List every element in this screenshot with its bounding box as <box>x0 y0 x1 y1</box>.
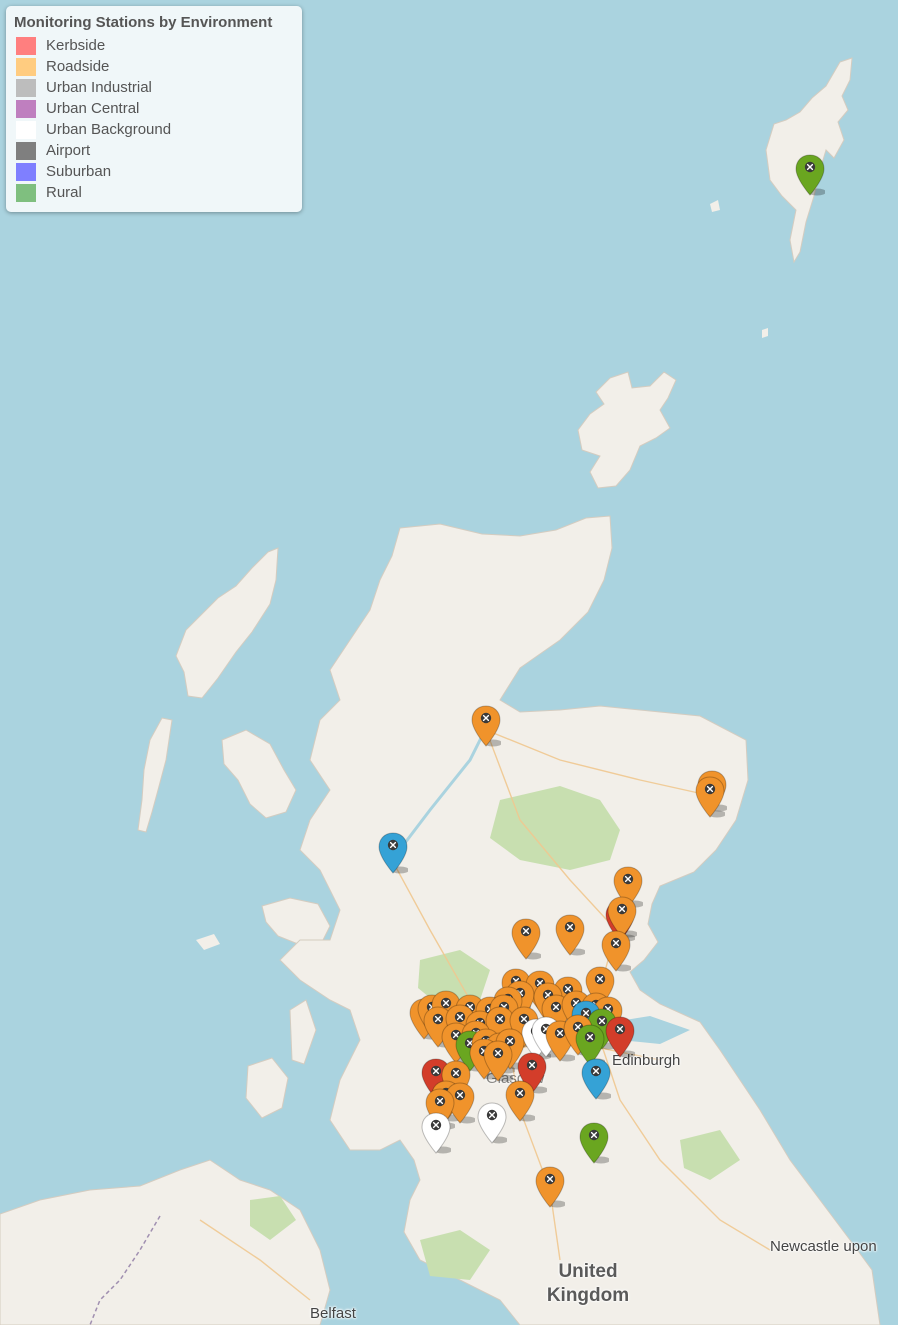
legend-item-rural: Rural <box>14 182 294 203</box>
station-marker[interactable] <box>605 1016 636 1058</box>
legend-item-urban-background: Urban Background <box>14 119 294 140</box>
legend-label: Rural <box>46 184 82 201</box>
station-marker[interactable] <box>555 914 586 956</box>
legend-swatch <box>16 36 36 55</box>
legend-label: Urban Central <box>46 100 140 117</box>
station-marker[interactable] <box>483 1040 514 1082</box>
station-marker[interactable] <box>511 918 542 960</box>
place-label-belfast: Belfast <box>310 1305 356 1322</box>
legend-swatch <box>16 120 36 139</box>
station-marker[interactable] <box>477 1102 508 1144</box>
legend-swatch <box>16 183 36 202</box>
place-label-newcastle: Newcastle upon <box>770 1238 877 1255</box>
legend-label: Urban Industrial <box>46 79 152 96</box>
station-marker[interactable] <box>471 705 502 747</box>
legend-label: Urban Background <box>46 121 172 138</box>
country-line-1: United <box>558 1261 618 1282</box>
station-marker[interactable] <box>695 776 726 818</box>
legend-item-suburban: Suburban <box>14 161 294 182</box>
country-line-2: Kingdom <box>546 1285 630 1306</box>
station-marker[interactable] <box>378 832 409 874</box>
legend-item-kerbside: Kerbside <box>14 35 294 56</box>
legend-label: Suburban <box>46 163 112 180</box>
legend-item-airport: Airport <box>14 140 294 161</box>
legend-label: Kerbside <box>46 37 106 54</box>
station-marker[interactable] <box>581 1058 612 1100</box>
legend-swatch <box>16 141 36 160</box>
station-marker[interactable] <box>421 1112 452 1154</box>
station-marker[interactable] <box>795 154 826 196</box>
place-label-country: United Kingdom <box>532 1260 644 1308</box>
station-marker[interactable] <box>535 1166 566 1208</box>
legend-item-urban-industrial: Urban Industrial <box>14 77 294 98</box>
station-marker[interactable] <box>579 1122 610 1164</box>
legend-label: Roadside <box>46 58 110 75</box>
legend-item-urban-central: Urban Central <box>14 98 294 119</box>
legend-swatch <box>16 162 36 181</box>
legend-swatch <box>16 57 36 76</box>
legend-swatch <box>16 78 36 97</box>
legend-swatch <box>16 99 36 118</box>
legend-title: Monitoring Stations by Environment <box>14 14 273 31</box>
legend: Monitoring Stations by Environment Kerbs… <box>6 6 302 212</box>
legend-item-roadside: Roadside <box>14 56 294 77</box>
station-marker[interactable] <box>505 1080 536 1122</box>
legend-label: Airport <box>46 142 91 159</box>
